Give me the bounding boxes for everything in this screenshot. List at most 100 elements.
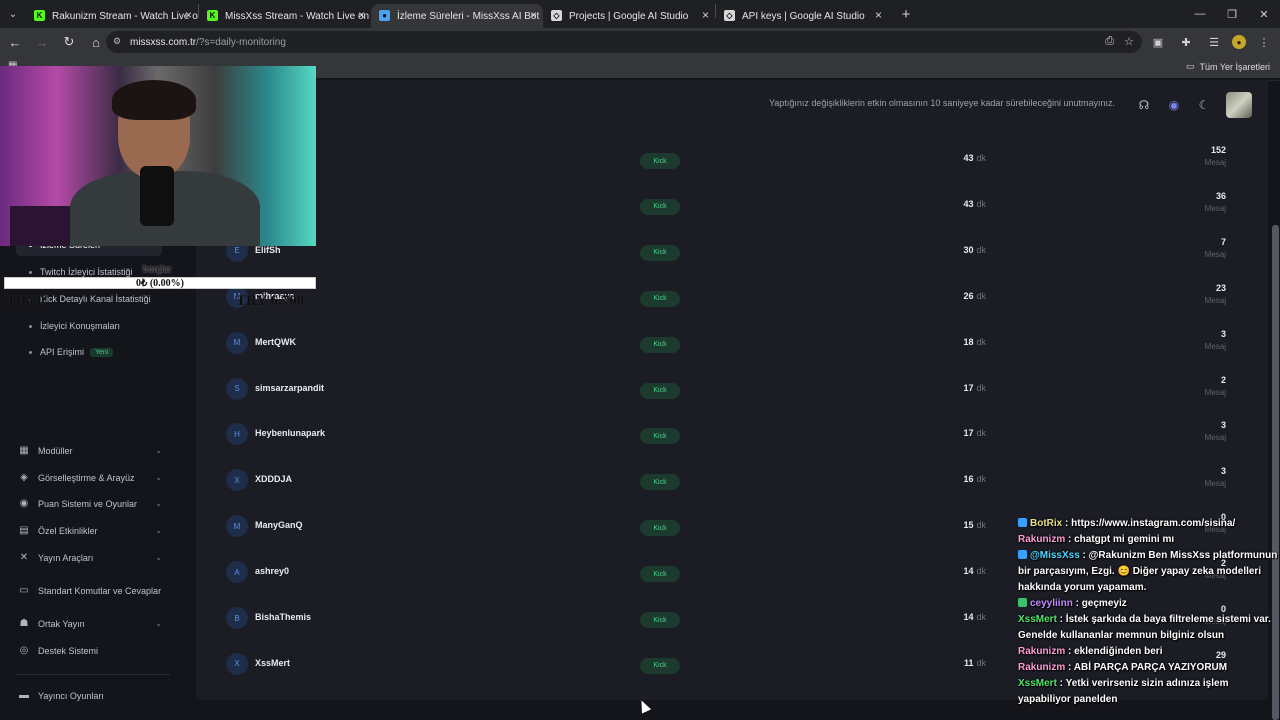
support-headset-icon[interactable]: ☊ [1136, 98, 1152, 112]
sidebar-subitem[interactable]: API Erişimi Yeni [16, 341, 162, 363]
sidebar-item[interactable]: ◎ Destek Sistemi [18, 640, 164, 662]
table-row: Kick 43 dk 152 Mesaj [226, 141, 1226, 181]
browser-tab[interactable]: ● İzleme Süreleri - MissXss AI Bot × [371, 4, 543, 28]
username[interactable]: MertQWK [255, 337, 296, 347]
sidebar-item[interactable]: ◈ Görselleştirme & Arayüz ⌄ [18, 467, 164, 489]
user-initial-avatar: S [226, 377, 248, 400]
sidebar-item[interactable]: ▭ Standart Komutlar ve Cevaplar [18, 580, 164, 602]
chat-badge-icon [1018, 598, 1027, 607]
username[interactable]: Heybenlunapark [255, 428, 325, 438]
sidebar-item[interactable]: ☗ Ortak Yayın ⌄ [18, 613, 164, 635]
sidebar-item[interactable]: ▬ Yayıncı Oyunları [18, 685, 164, 707]
browser-tab[interactable]: K MissXss Stream - Watch Live on Kick× [199, 4, 371, 28]
message-count-value: 7 [1220, 236, 1226, 247]
stream-chat-overlay: BotRix : https://www.instagram.com/sisin… [1016, 516, 1280, 720]
tab-close-icon[interactable]: × [185, 8, 192, 22]
username[interactable]: BishaThemis [255, 612, 311, 622]
tab-search-chevron-icon[interactable]: ⌄ [0, 0, 26, 28]
platform-badge: Kick [640, 612, 680, 628]
all-bookmarks-button[interactable]: ▭ Tüm Yer İşaretleri [1186, 61, 1270, 72]
chevron-down-icon: ⌄ [155, 446, 162, 455]
profile-avatar-icon[interactable]: ● [1232, 35, 1246, 49]
all-bookmarks-label: Tüm Yer İşaretleri [1199, 61, 1270, 72]
user-initial-avatar: M [226, 331, 248, 354]
duration-unit: dk [976, 382, 986, 393]
message-count-label: Mesaj [1204, 387, 1226, 397]
message-count-label: Mesaj [1204, 295, 1226, 305]
platform-badge: Kick [640, 428, 680, 445]
tab-close-icon[interactable]: × [530, 8, 537, 22]
watch-minutes: 16 [963, 474, 974, 485]
sidebar-item[interactable]: ◉ Puan Sistemi ve Oyunlar ⌄ [18, 493, 164, 515]
forward-icon[interactable]: → [30, 30, 54, 54]
watch-duration: 43 dk [906, 153, 986, 163]
duration-unit: dk [976, 198, 986, 209]
watch-duration: 14 dk [906, 612, 986, 622]
user-initial-avatar: H [226, 423, 248, 446]
tab-favicon-icon: K [34, 10, 45, 21]
chevron-down-icon: ⌄ [155, 526, 162, 535]
reload-icon[interactable]: ↻ [57, 30, 81, 54]
watch-duration: 17 dk [906, 383, 986, 393]
tab-title: İzleme Süreleri - MissXss AI Bot [397, 10, 540, 22]
tab-favicon-icon: K [207, 10, 218, 21]
users-icon: ☗ [19, 618, 29, 629]
folder-icon: ▭ [1185, 61, 1195, 71]
browser-tab[interactable]: ◇ API keys | Google AI Studio × [716, 4, 888, 28]
chat-username: ceyyliinn [1030, 598, 1073, 609]
username[interactable]: XssMert [255, 658, 290, 668]
tab-close-icon[interactable]: × [702, 8, 709, 22]
bookmark-star-icon[interactable]: ☆ [1124, 35, 1134, 48]
message-count-value: 3 [1220, 328, 1226, 339]
username[interactable]: simsarzarpandit [255, 383, 324, 393]
extensions-puzzle-icon[interactable]: ✚ [1176, 32, 1196, 52]
chat-message: BotRix : https://www.instagram.com/sisin… [1016, 516, 1280, 532]
platform-badge: Kick [640, 244, 680, 261]
message-count: 3 Mesaj [1166, 420, 1226, 442]
tab-close-icon[interactable]: × [358, 8, 365, 22]
discord-icon[interactable]: ◉ [1166, 98, 1182, 112]
username[interactable]: ManyGanQ [255, 520, 303, 530]
grid-icon: ▦ [19, 445, 29, 456]
home-icon[interactable]: ⌂ [84, 30, 108, 54]
dark-mode-moon-icon[interactable]: ☾ [1196, 98, 1212, 112]
minimize-icon[interactable]: — [1184, 0, 1216, 28]
sidebar-item[interactable]: ▦ Modüller ⌄ [18, 440, 164, 462]
tab-favicon-icon: ● [379, 10, 390, 21]
tab-title: MissXss Stream - Watch Live on Kick [225, 10, 371, 22]
user-initial-avatar: X [226, 469, 248, 492]
chat-badge-icon [1018, 550, 1027, 559]
duration-unit: dk [976, 244, 986, 255]
watch-duration: 30 dk [906, 245, 986, 255]
install-app-icon[interactable]: ⎙ [1105, 35, 1114, 48]
watch-minutes: 11 [963, 657, 974, 668]
extension-icon[interactable]: ▣ [1148, 32, 1168, 52]
sidebar-item-label: Yayın Araçları [38, 553, 94, 563]
back-icon[interactable]: ← [3, 30, 27, 54]
sidebar-item-label: Standart Komutlar ve Cevaplar [38, 586, 162, 596]
browser-tab[interactable]: K Rakunizm Stream - Watch Live on Kick× [26, 4, 198, 28]
sidebar-item[interactable]: ▤ Özel Etkinlikler ⌄ [18, 520, 164, 542]
table-row: Mmihraaya Kick 26 dk 23 Mesaj [226, 279, 1226, 319]
menu-kebab-icon[interactable]: ⋮ [1254, 32, 1274, 52]
new-tab-button[interactable]: + [894, 2, 918, 26]
donation-goal-title: borçlar [143, 264, 172, 275]
address-bar[interactable]: ⚙ missxss.com.tr/?s=daily-monitoring ⎙ ☆ [106, 31, 1142, 53]
username[interactable]: ElifSh [255, 245, 281, 255]
username[interactable]: ashrey0 [255, 566, 289, 576]
watch-minutes: 43 [963, 153, 974, 163]
sidebar-subitem[interactable]: İzleyici Konuşmaları [16, 315, 162, 337]
browser-tab[interactable]: ◇ Projects | Google AI Studio × [543, 4, 715, 28]
chevron-down-icon: ⌄ [155, 619, 162, 628]
username[interactable]: XDDDJA [255, 474, 292, 484]
chat-message: Rakunizm : ABİ PARÇA PARÇA YAZIYORUM [1016, 660, 1280, 676]
reading-list-icon[interactable]: ☰ [1204, 32, 1224, 52]
close-window-icon[interactable]: ✕ [1248, 0, 1280, 28]
restore-icon[interactable]: ❐ [1216, 0, 1248, 28]
site-info-icon[interactable]: ⚙ [113, 36, 121, 47]
user-avatar[interactable] [1226, 92, 1252, 118]
sidebar-item[interactable]: ✕ Yayın Araçları ⌄ [18, 547, 164, 569]
tab-close-icon[interactable]: × [875, 8, 882, 22]
sidebar-subitem-label: API Erişimi [40, 347, 85, 357]
chevron-down-icon: ⌄ [155, 553, 162, 562]
